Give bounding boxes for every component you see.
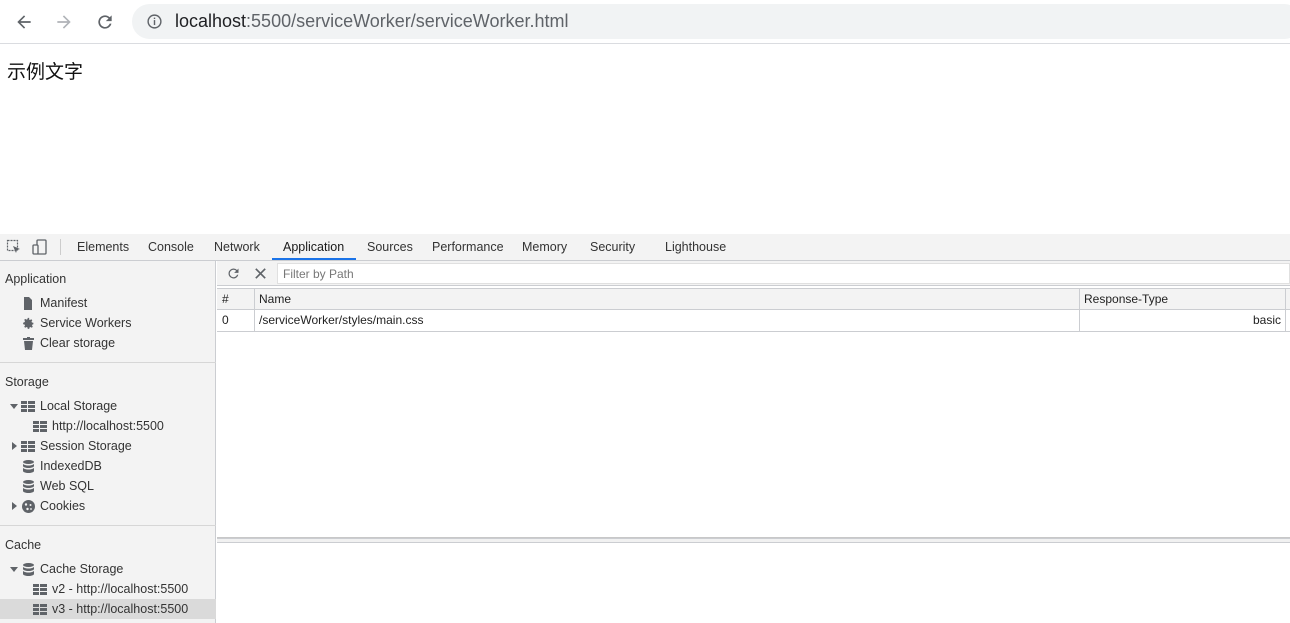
- sidebar-item-label: Manifest: [40, 296, 88, 310]
- section-heading-application: Application: [5, 272, 67, 286]
- row-name-cell[interactable]: /serviceWorker/styles/main.css: [259, 310, 423, 330]
- row-response-type-cell[interactable]: basic: [1079, 310, 1281, 330]
- application-sidebar: Application Manifest Service Workers Cle…: [0, 261, 216, 623]
- browser-toolbar: localhost:5500/serviceWorker/serviceWork…: [0, 0, 1290, 44]
- document-icon: [21, 296, 35, 310]
- sidebar-item-label: Cache Storage: [40, 562, 124, 576]
- triangle-down-icon[interactable]: [10, 565, 19, 574]
- tab-performance[interactable]: Performance: [432, 234, 504, 261]
- column-divider: [1285, 288, 1286, 331]
- address-bar[interactable]: localhost:5500/serviceWorker/serviceWork…: [132, 4, 1290, 39]
- grid-icon: [21, 439, 35, 453]
- grid-icon: [33, 602, 47, 616]
- database-icon: [21, 479, 35, 493]
- triangle-right-icon[interactable]: [10, 441, 19, 451]
- triangle-right-icon[interactable]: [10, 501, 19, 511]
- cache-storage-view: Filter by Path # Name Response-Type 0 /s…: [217, 261, 1290, 623]
- cache-toolbar: Filter by Path: [217, 261, 1290, 286]
- trash-icon: [21, 336, 35, 350]
- forward-button[interactable]: [50, 8, 78, 36]
- row-divider: [217, 331, 1290, 332]
- gear-icon: [21, 316, 35, 330]
- section-heading-storage: Storage: [5, 375, 49, 389]
- inspect-element-icon[interactable]: [6, 239, 22, 255]
- sidebar-item-local-storage-origin[interactable]: http://localhost:5500: [33, 416, 164, 436]
- grid-icon: [33, 419, 47, 433]
- section-heading-cache: Cache: [5, 538, 42, 552]
- grid-icon: [21, 399, 35, 413]
- section-divider: [0, 362, 216, 363]
- info-icon[interactable]: [146, 13, 163, 30]
- tab-sources[interactable]: Sources: [367, 234, 413, 261]
- refresh-icon[interactable]: [226, 266, 241, 281]
- filter-input[interactable]: Filter by Path: [277, 263, 1290, 284]
- sidebar-item-service-workers[interactable]: Service Workers: [21, 313, 131, 333]
- reload-button[interactable]: [91, 8, 119, 36]
- column-header-name[interactable]: Name: [259, 289, 291, 309]
- sidebar-item-label: http://localhost:5500: [52, 419, 164, 433]
- active-tab-indicator: [272, 258, 356, 260]
- sidebar-item-cache-v3[interactable]: v3 - http://localhost:5500: [33, 599, 188, 619]
- device-toolbar-icon[interactable]: [32, 239, 48, 255]
- tab-security[interactable]: Security: [590, 234, 635, 261]
- database-icon: [21, 459, 35, 473]
- column-header-response-type[interactable]: Response-Type: [1084, 289, 1168, 309]
- sidebar-item-local-storage[interactable]: Local Storage: [10, 396, 117, 416]
- tab-console[interactable]: Console: [148, 234, 194, 261]
- database-icon: [21, 562, 35, 576]
- url-path: :5500/serviceWorker/serviceWorker.html: [246, 11, 569, 31]
- sidebar-item-manifest[interactable]: Manifest: [21, 293, 87, 313]
- row-index-cell[interactable]: 0: [222, 310, 229, 330]
- cookie-icon: [21, 499, 35, 513]
- triangle-down-icon[interactable]: [10, 402, 19, 411]
- devtools-panel: Elements Console Network Application Sou…: [0, 234, 1290, 623]
- sidebar-item-websql[interactable]: Web SQL: [21, 476, 94, 496]
- sidebar-item-label: Web SQL: [40, 479, 94, 493]
- sidebar-item-session-storage[interactable]: Session Storage: [10, 436, 132, 456]
- sidebar-item-label: v3 - http://localhost:5500: [52, 602, 189, 616]
- tab-application[interactable]: Application: [283, 234, 344, 261]
- section-divider: [0, 525, 216, 526]
- toolbar-separator: [60, 239, 61, 255]
- preview-pane: [217, 543, 1290, 623]
- back-button[interactable]: [10, 8, 38, 36]
- page-viewport: 示例文字: [0, 45, 1290, 234]
- tab-memory[interactable]: Memory: [522, 234, 567, 261]
- tab-network[interactable]: Network: [214, 234, 260, 261]
- sidebar-item-cache-storage[interactable]: Cache Storage: [10, 559, 123, 579]
- sidebar-item-clear-storage[interactable]: Clear storage: [21, 333, 115, 353]
- delete-icon[interactable]: [253, 266, 268, 281]
- devtools-tab-bar: Elements Console Network Application Sou…: [0, 234, 1290, 261]
- cache-entries-table: # Name Response-Type 0 /serviceWorker/st…: [217, 288, 1290, 538]
- tab-lighthouse[interactable]: Lighthouse: [665, 234, 726, 261]
- sidebar-item-label: Session Storage: [40, 439, 132, 453]
- sidebar-item-label: IndexedDB: [40, 459, 102, 473]
- sidebar-item-cache-v2[interactable]: v2 - http://localhost:5500: [33, 579, 188, 599]
- sidebar-item-label: Clear storage: [40, 336, 116, 350]
- sidebar-item-label: Cookies: [40, 499, 86, 513]
- sidebar-item-cookies[interactable]: Cookies: [10, 496, 85, 516]
- reload-icon: [98, 15, 112, 29]
- sidebar-item-label: Service Workers: [40, 316, 132, 330]
- sidebar-item-label: Local Storage: [40, 399, 118, 413]
- url-host: localhost: [175, 11, 247, 31]
- arrow-right-icon: [57, 15, 71, 29]
- url-text: localhost:5500/serviceWorker/serviceWork…: [175, 11, 568, 32]
- sidebar-item-indexeddb[interactable]: IndexedDB: [21, 456, 102, 476]
- column-header-index[interactable]: #: [222, 289, 229, 309]
- tab-elements[interactable]: Elements: [77, 234, 129, 261]
- column-divider: [254, 288, 255, 331]
- grid-icon: [33, 582, 47, 596]
- sidebar-item-label: v2 - http://localhost:5500: [52, 582, 189, 596]
- arrow-left-icon: [17, 15, 31, 29]
- page-sample-text: 示例文字: [7, 61, 84, 83]
